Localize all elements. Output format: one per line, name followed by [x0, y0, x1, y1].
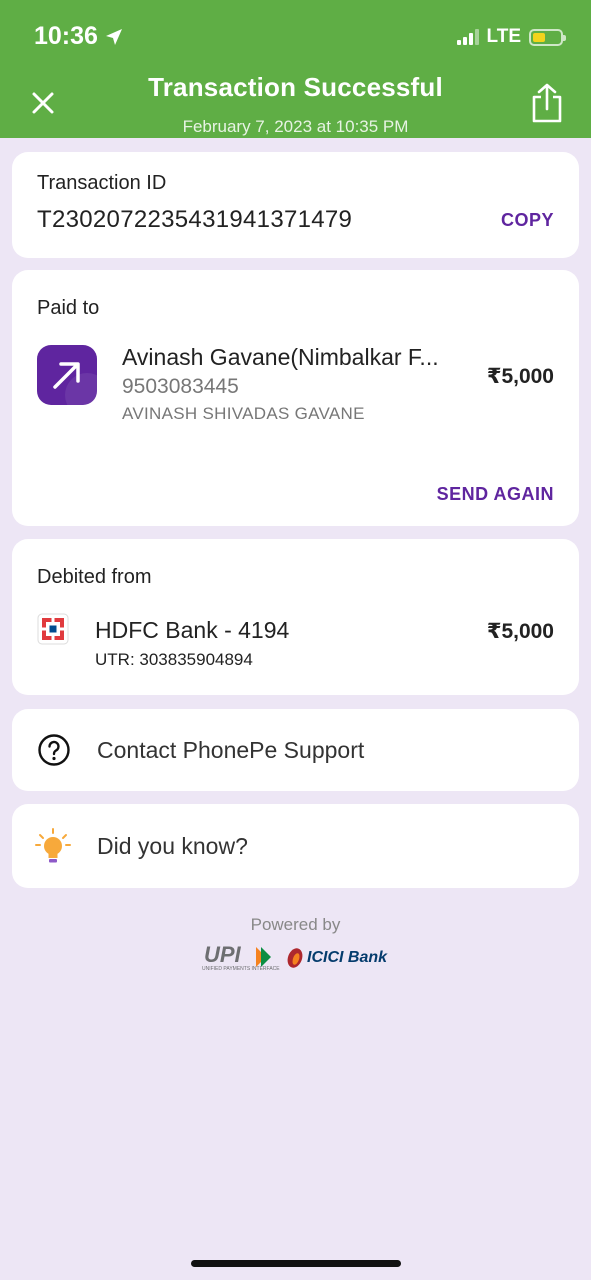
payee-avatar [37, 345, 97, 405]
battery-icon [529, 28, 566, 46]
did-you-know-label: Did you know? [97, 833, 248, 859]
network-label: LTE [486, 26, 521, 47]
partner-logos: UPI UNIFIED PAYMENTS INTERFACE ICICI Ban… [200, 942, 400, 974]
share-button[interactable] [529, 82, 565, 124]
payee-legal-name: AVINASH SHIVADAS GAVANE [122, 404, 365, 423]
debited-amount: ₹5,000 [486, 620, 554, 643]
signal-strength-icon [456, 29, 479, 45]
icici-emblem-icon [287, 948, 303, 968]
upi-logo-text: UPI [204, 942, 242, 967]
did-you-know-row[interactable]: Did you know? [12, 804, 579, 888]
transaction-id-card: Transaction ID T2302072235431941371479 C… [12, 152, 579, 258]
icici-logo-text: ICICI Bank [307, 949, 388, 966]
share-icon [532, 83, 562, 123]
copy-button[interactable]: COPY [501, 210, 554, 231]
contact-support-label: Contact PhonePe Support [97, 737, 365, 763]
home-indicator[interactable] [191, 1260, 401, 1267]
bank-logo [37, 613, 69, 645]
question-circle-icon [38, 734, 70, 766]
location-arrow-icon [105, 28, 122, 45]
hdfc-logo-icon [37, 613, 69, 645]
arrow-up-right-icon [53, 362, 80, 389]
payee-name: Avinash Gavane(Nimbalkar F... [122, 344, 439, 370]
status-time-text: 10:36 [34, 22, 98, 50]
bank-account-name: HDFC Bank - 4194 [95, 617, 290, 643]
payee-phone: 9503083445 [122, 375, 239, 398]
page-title: Transaction Successful [148, 72, 443, 102]
status-bar-right: LTE [456, 26, 566, 48]
transaction-id-label: Transaction ID [37, 172, 167, 194]
utr-number: UTR: 303835904894 [95, 650, 253, 669]
icici-logo: ICICI Bank [286, 942, 387, 974]
transaction-id-value: T2302072235431941371479 [37, 206, 353, 233]
lightbulb-icon [35, 828, 71, 863]
contact-support-row[interactable]: Contact PhonePe Support [12, 709, 579, 791]
powered-by-label: Powered by [250, 915, 341, 934]
debited-from-card: Debited from HDFC Bank - 4194 UTR: 30383… [12, 539, 579, 695]
paid-to-label: Paid to [37, 297, 100, 319]
debited-from-label: Debited from [37, 566, 152, 588]
paid-to-card: Paid to Avinash Gavane(Nimbalkar F... 95… [12, 270, 579, 526]
status-bar-time: 10:36 [34, 22, 124, 51]
paid-amount: ₹5,000 [486, 365, 554, 388]
send-again-button[interactable]: SEND AGAIN [437, 484, 554, 505]
header: 10:36 LTE Transaction Successful Februar… [0, 0, 591, 138]
transaction-datetime: February 7, 2023 at 10:35 PM [182, 117, 409, 136]
upi-tagline: UNIFIED PAYMENTS INTERFACE [202, 966, 280, 972]
